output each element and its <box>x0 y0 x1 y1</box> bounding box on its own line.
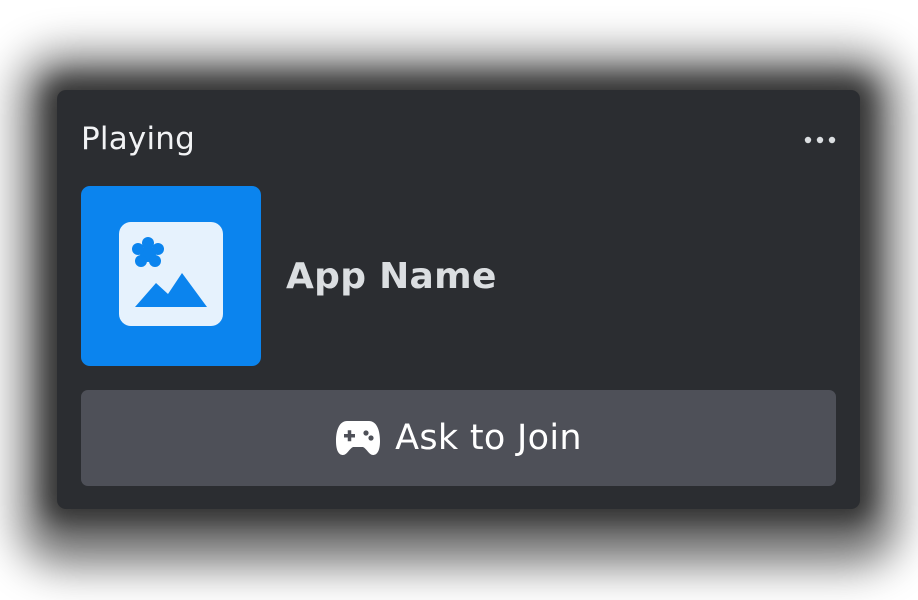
activity-header-title: Playing <box>81 121 195 157</box>
image-placeholder-icon <box>118 221 224 331</box>
app-info-row: App Name <box>81 186 836 366</box>
more-options-icon <box>804 129 836 148</box>
ask-to-join-button[interactable]: Ask to Join <box>81 390 836 486</box>
more-options-button[interactable] <box>802 124 838 152</box>
activity-card: Playing App Name Ask to Join <box>57 90 860 509</box>
ask-to-join-label: Ask to Join <box>395 418 582 458</box>
app-name: App Name <box>286 255 497 297</box>
gamepad-icon <box>335 418 381 458</box>
app-thumbnail[interactable] <box>81 186 261 366</box>
